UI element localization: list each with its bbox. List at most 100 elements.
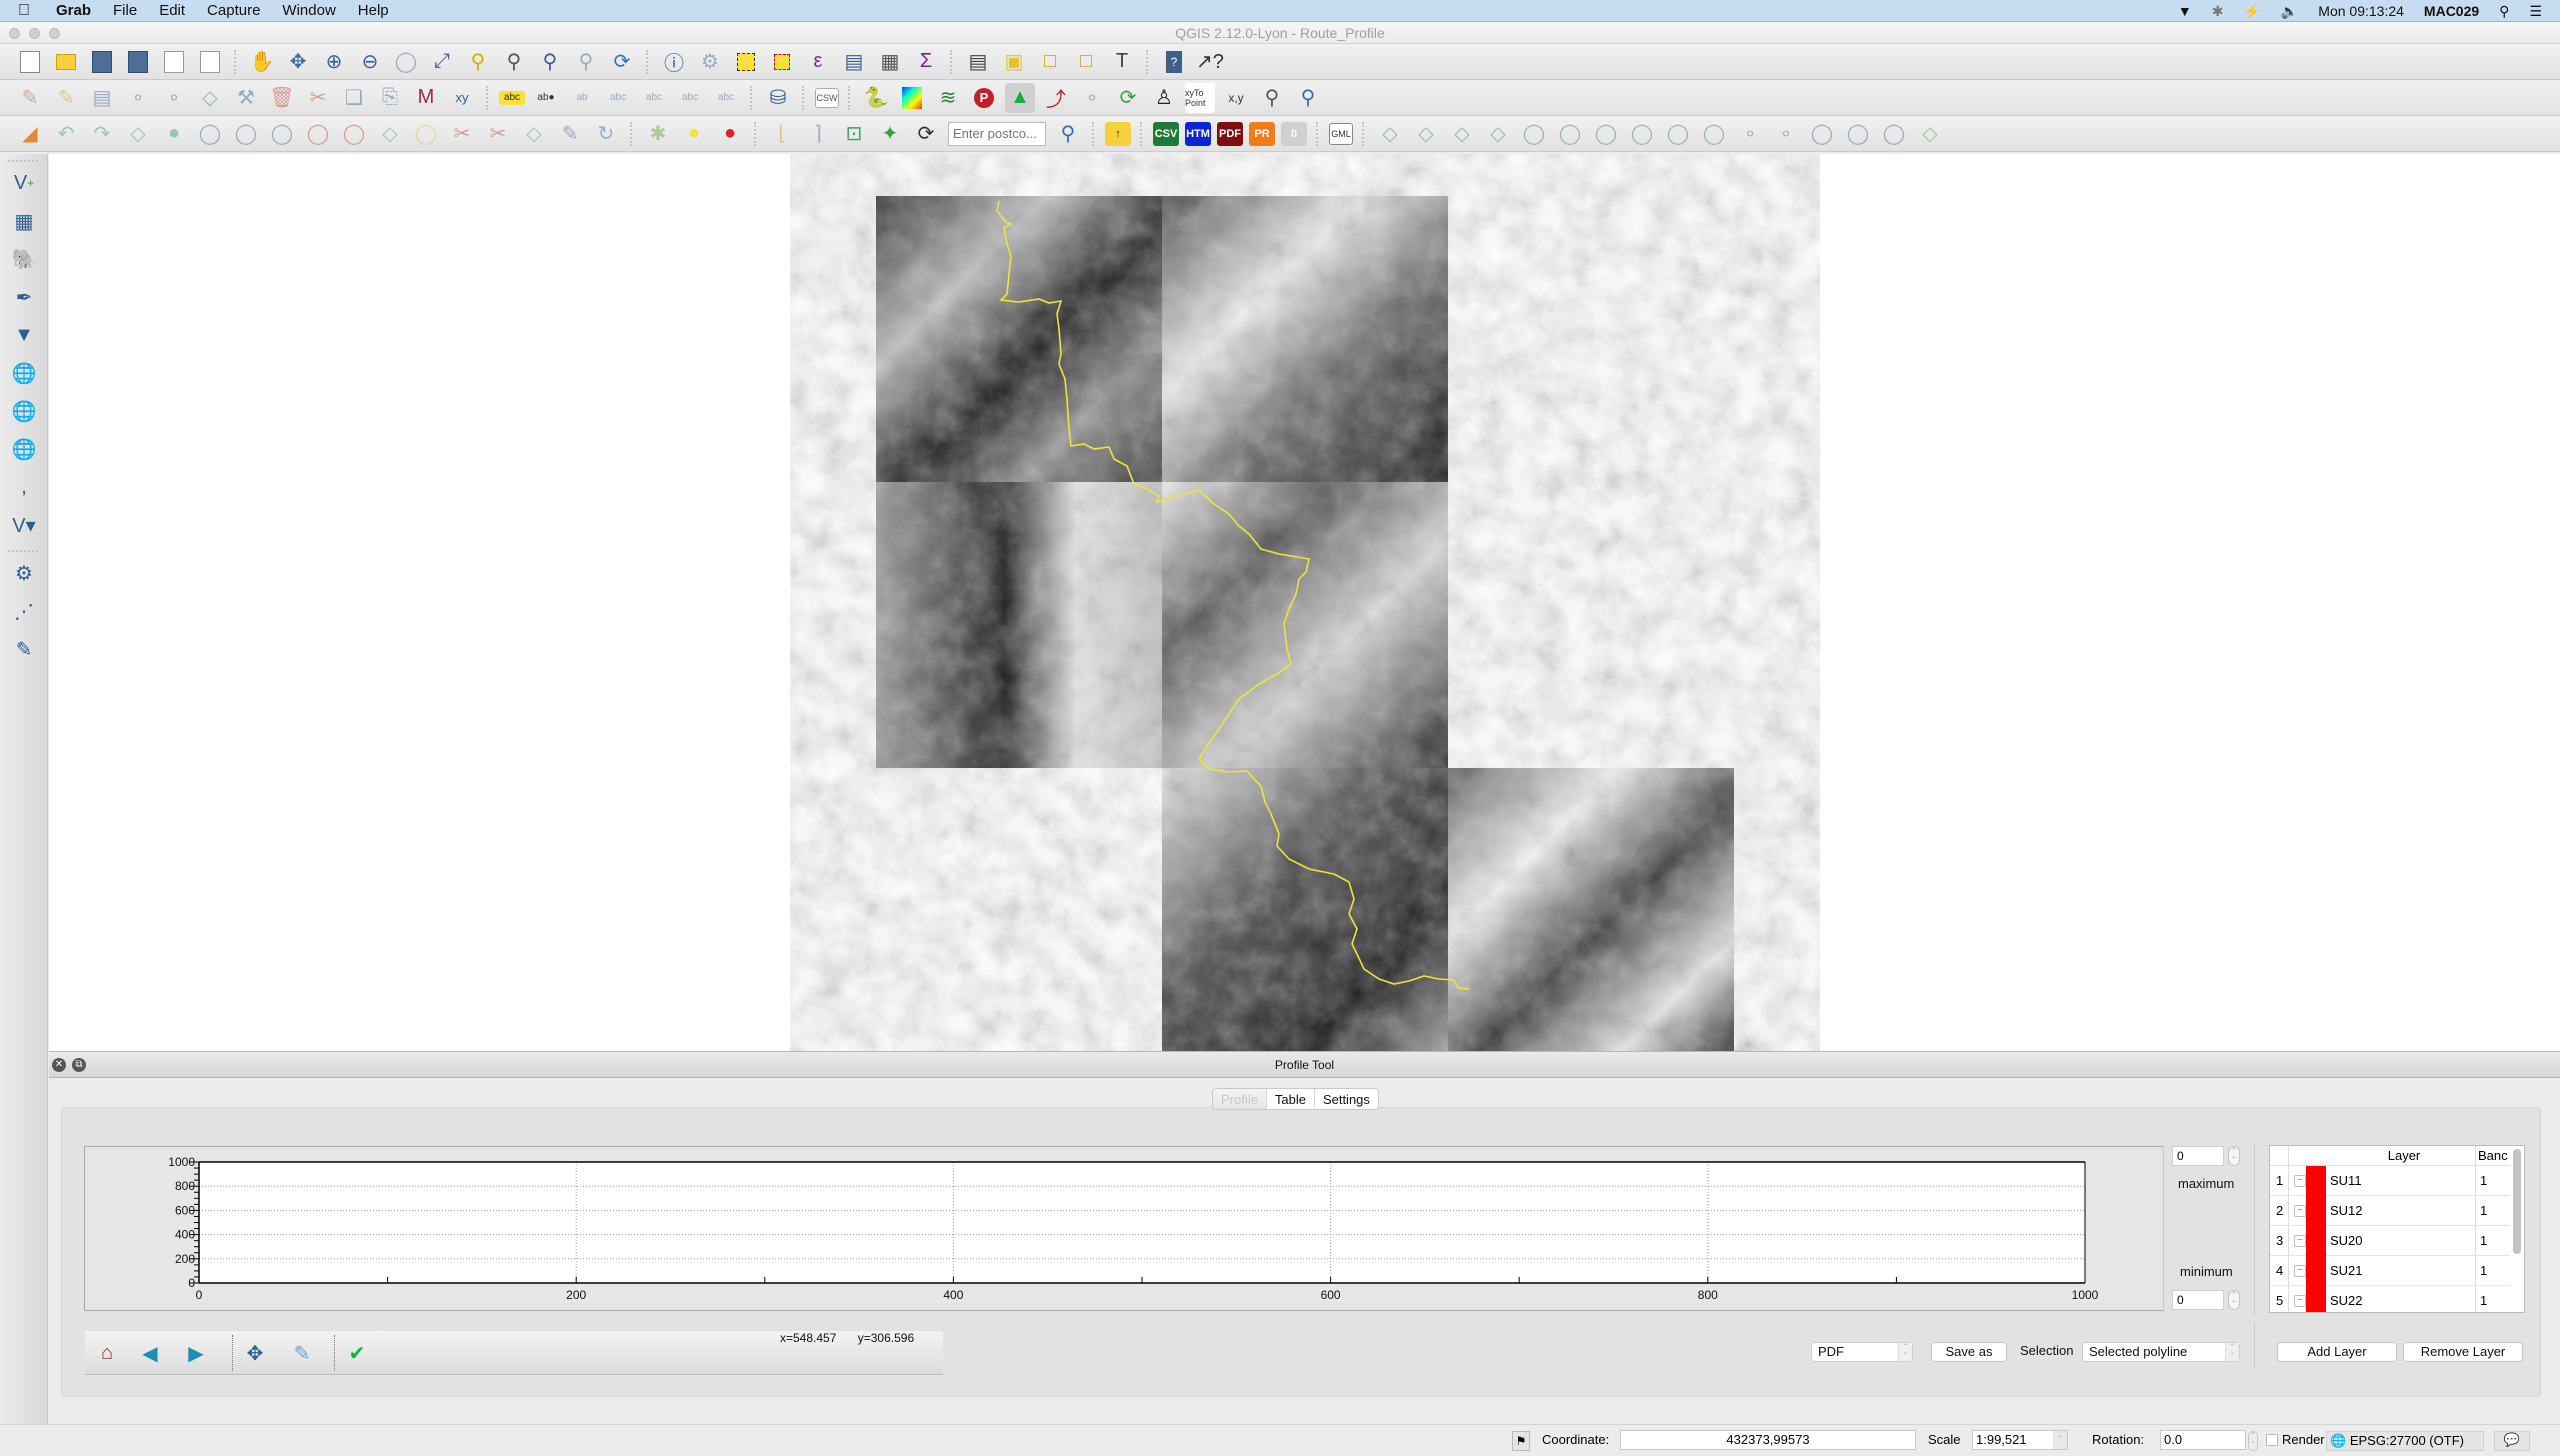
- delete-part-icon[interactable]: ◯: [339, 119, 369, 149]
- pin-labels-icon[interactable]: ab●: [531, 83, 561, 113]
- xy-to-point-icon[interactable]: xyTo Point: [1185, 82, 1215, 113]
- scale-dropdown-icon[interactable]: ˇ: [2053, 1431, 2067, 1449]
- zoom-search-alt-icon[interactable]: ⚲: [1293, 83, 1323, 113]
- toolbar-grip[interactable]: [950, 49, 954, 74]
- selection-mode-select[interactable]: Selected polyline ˆˇ: [2082, 1342, 2240, 1362]
- plot-pan-icon[interactable]: ✥: [241, 1339, 269, 1367]
- gps-tools-icon[interactable]: ⚙: [9, 558, 39, 588]
- zoom-in-icon[interactable]: ⊕: [319, 47, 349, 77]
- row-visibility-checkbox[interactable]: −: [2294, 1235, 2306, 1247]
- toolbar-grip[interactable]: [848, 85, 852, 110]
- refresh-layers-icon[interactable]: ⟳: [1113, 83, 1143, 113]
- plot-back-icon[interactable]: ◀: [136, 1339, 164, 1367]
- toolbar-grip[interactable]: [8, 550, 38, 553]
- csw-icon[interactable]: CSW: [815, 87, 839, 108]
- statistics-sigma-icon[interactable]: Σ: [911, 47, 941, 77]
- coordinate-field[interactable]: 432373,99573: [1620, 1430, 1916, 1450]
- move-feature-icon[interactable]: ◇: [195, 83, 225, 113]
- maximum-input[interactable]: 0: [2172, 1146, 2224, 1166]
- clock[interactable]: Mon 09:13:24: [2318, 3, 2404, 19]
- measure-line-icon[interactable]: ▤: [963, 47, 993, 77]
- digitize-icon[interactable]: M: [411, 83, 441, 113]
- rotate-point-symbols-icon[interactable]: ↻: [591, 119, 621, 149]
- current-edits-icon[interactable]: ✎: [15, 83, 45, 113]
- toolbar-grip[interactable]: [1146, 49, 1150, 74]
- route-editor-icon[interactable]: ⋰: [9, 596, 39, 626]
- highlight-icon[interactable]: ●: [679, 119, 709, 149]
- add-part-icon[interactable]: ◯: [231, 119, 261, 149]
- sync-icon[interactable]: ⚡: [2243, 3, 2260, 20]
- toolbar-grip[interactable]: [750, 85, 754, 110]
- zero-icon[interactable]: 0: [1281, 121, 1307, 146]
- split-features-icon[interactable]: ✂: [447, 119, 477, 149]
- deselect-all-icon[interactable]: [767, 47, 797, 77]
- add-postgis-layer-icon[interactable]: 🐘: [9, 244, 39, 274]
- vector-tool-16-icon[interactable]: ◇: [1915, 119, 1945, 149]
- volume-icon[interactable]: 🔈: [2281, 3, 2298, 20]
- html-export-icon[interactable]: HTM: [1185, 121, 1211, 146]
- vector-tool-15-icon[interactable]: ◯: [1879, 119, 1909, 149]
- node-tool-icon[interactable]: ∘: [159, 83, 189, 113]
- row-visibility-checkbox[interactable]: −: [2294, 1265, 2306, 1277]
- row-color-swatch[interactable]: [2306, 1166, 2326, 1196]
- row-visibility-checkbox[interactable]: −: [2294, 1295, 2306, 1307]
- plot-home-icon[interactable]: ⌂: [93, 1339, 121, 1367]
- delete-selected-icon[interactable]: 🗑: [267, 83, 297, 113]
- toolbar-grip[interactable]: [754, 121, 758, 146]
- trace-digitize-icon[interactable]: ⊡: [839, 119, 869, 149]
- gml-icon[interactable]: GML: [1329, 122, 1353, 145]
- vector-tool-5-icon[interactable]: ◯: [1519, 119, 1549, 149]
- highlight-red-icon[interactable]: ●: [715, 119, 745, 149]
- table-row[interactable]: 3 − SU20 1: [2270, 1226, 2510, 1256]
- messages-icon[interactable]: 💬: [2494, 1431, 2530, 1451]
- georeferencer-icon[interactable]: ∘: [1077, 83, 1107, 113]
- toggle-editing-icon[interactable]: ✎: [51, 83, 81, 113]
- menu-app-grab[interactable]: Grab: [56, 2, 91, 19]
- north-arrow-icon[interactable]: ↑: [1105, 121, 1131, 146]
- profile-chart[interactable]: 0 200 400 600 800 1000 0 200 400 600 800 1000: [84, 1146, 2164, 1311]
- vector-tool-9-icon[interactable]: ◯: [1663, 119, 1693, 149]
- text-annotation-icon[interactable]: T: [1107, 47, 1137, 77]
- pan-hand-icon[interactable]: ✋: [247, 47, 277, 77]
- table-row[interactable]: 4 − SU21 1: [2270, 1256, 2510, 1286]
- tab-profile[interactable]: Profile: [1213, 1089, 1267, 1109]
- new-print-composer-icon[interactable]: [159, 47, 189, 77]
- toolbar-grip[interactable]: [234, 49, 238, 74]
- rotation-input[interactable]: 0.0: [2160, 1430, 2246, 1450]
- vector-tool-2-icon[interactable]: ◇: [1411, 119, 1441, 149]
- field-calculator-icon[interactable]: ▦: [875, 47, 905, 77]
- vector-tool-13-icon[interactable]: ◯: [1807, 119, 1837, 149]
- notification-list-icon[interactable]: ☰: [2529, 3, 2542, 20]
- attribute-table-icon[interactable]: ▤: [839, 47, 869, 77]
- toolbar-grip[interactable]: [486, 85, 490, 110]
- add-raster-layer-icon[interactable]: ▦: [9, 206, 39, 236]
- minimum-stepper[interactable]: ˆˇ: [2228, 1290, 2240, 1310]
- cut-features-icon[interactable]: ✂: [303, 83, 333, 113]
- pr-export-icon[interactable]: PR: [1249, 121, 1275, 146]
- undo-icon[interactable]: ↶: [51, 119, 81, 149]
- merge-features-icon[interactable]: ◇: [519, 119, 549, 149]
- column-header-layer[interactable]: Layer: [2330, 1148, 2478, 1163]
- zoom-search-icon[interactable]: ⚲: [1257, 83, 1287, 113]
- tab-table[interactable]: Table: [1267, 1089, 1315, 1109]
- select-features-icon[interactable]: [731, 47, 761, 77]
- vector-tool-6-icon[interactable]: ◯: [1555, 119, 1585, 149]
- row-visibility-checkbox[interactable]: −: [2294, 1205, 2306, 1217]
- move-label-icon[interactable]: abc: [603, 83, 633, 113]
- vector-tool-8-icon[interactable]: ◯: [1627, 119, 1657, 149]
- parallel-icon[interactable]: ⌊: [767, 119, 797, 149]
- expression-select-icon[interactable]: ε: [803, 47, 833, 77]
- perpendicular-icon[interactable]: ⌉: [803, 119, 833, 149]
- menu-window[interactable]: Window: [282, 2, 335, 19]
- export-format-select[interactable]: PDF ˆˇ: [1811, 1342, 1913, 1362]
- whats-this-icon[interactable]: ↗?: [1195, 47, 1225, 77]
- bluetooth-icon[interactable]: ✱: [2212, 3, 2224, 20]
- profile-tool-icon[interactable]: ▲: [1005, 82, 1035, 113]
- table-row[interactable]: 5 − SU22 1: [2270, 1286, 2510, 1312]
- copy-features-icon[interactable]: ❏: [339, 83, 369, 113]
- new-project-icon[interactable]: [15, 47, 45, 77]
- row-color-swatch[interactable]: [2306, 1286, 2326, 1312]
- time-manager-icon[interactable]: ⟳: [911, 119, 941, 149]
- apple-menu-icon[interactable]: : [18, 2, 38, 20]
- python-console-icon[interactable]: 🐍: [861, 83, 891, 113]
